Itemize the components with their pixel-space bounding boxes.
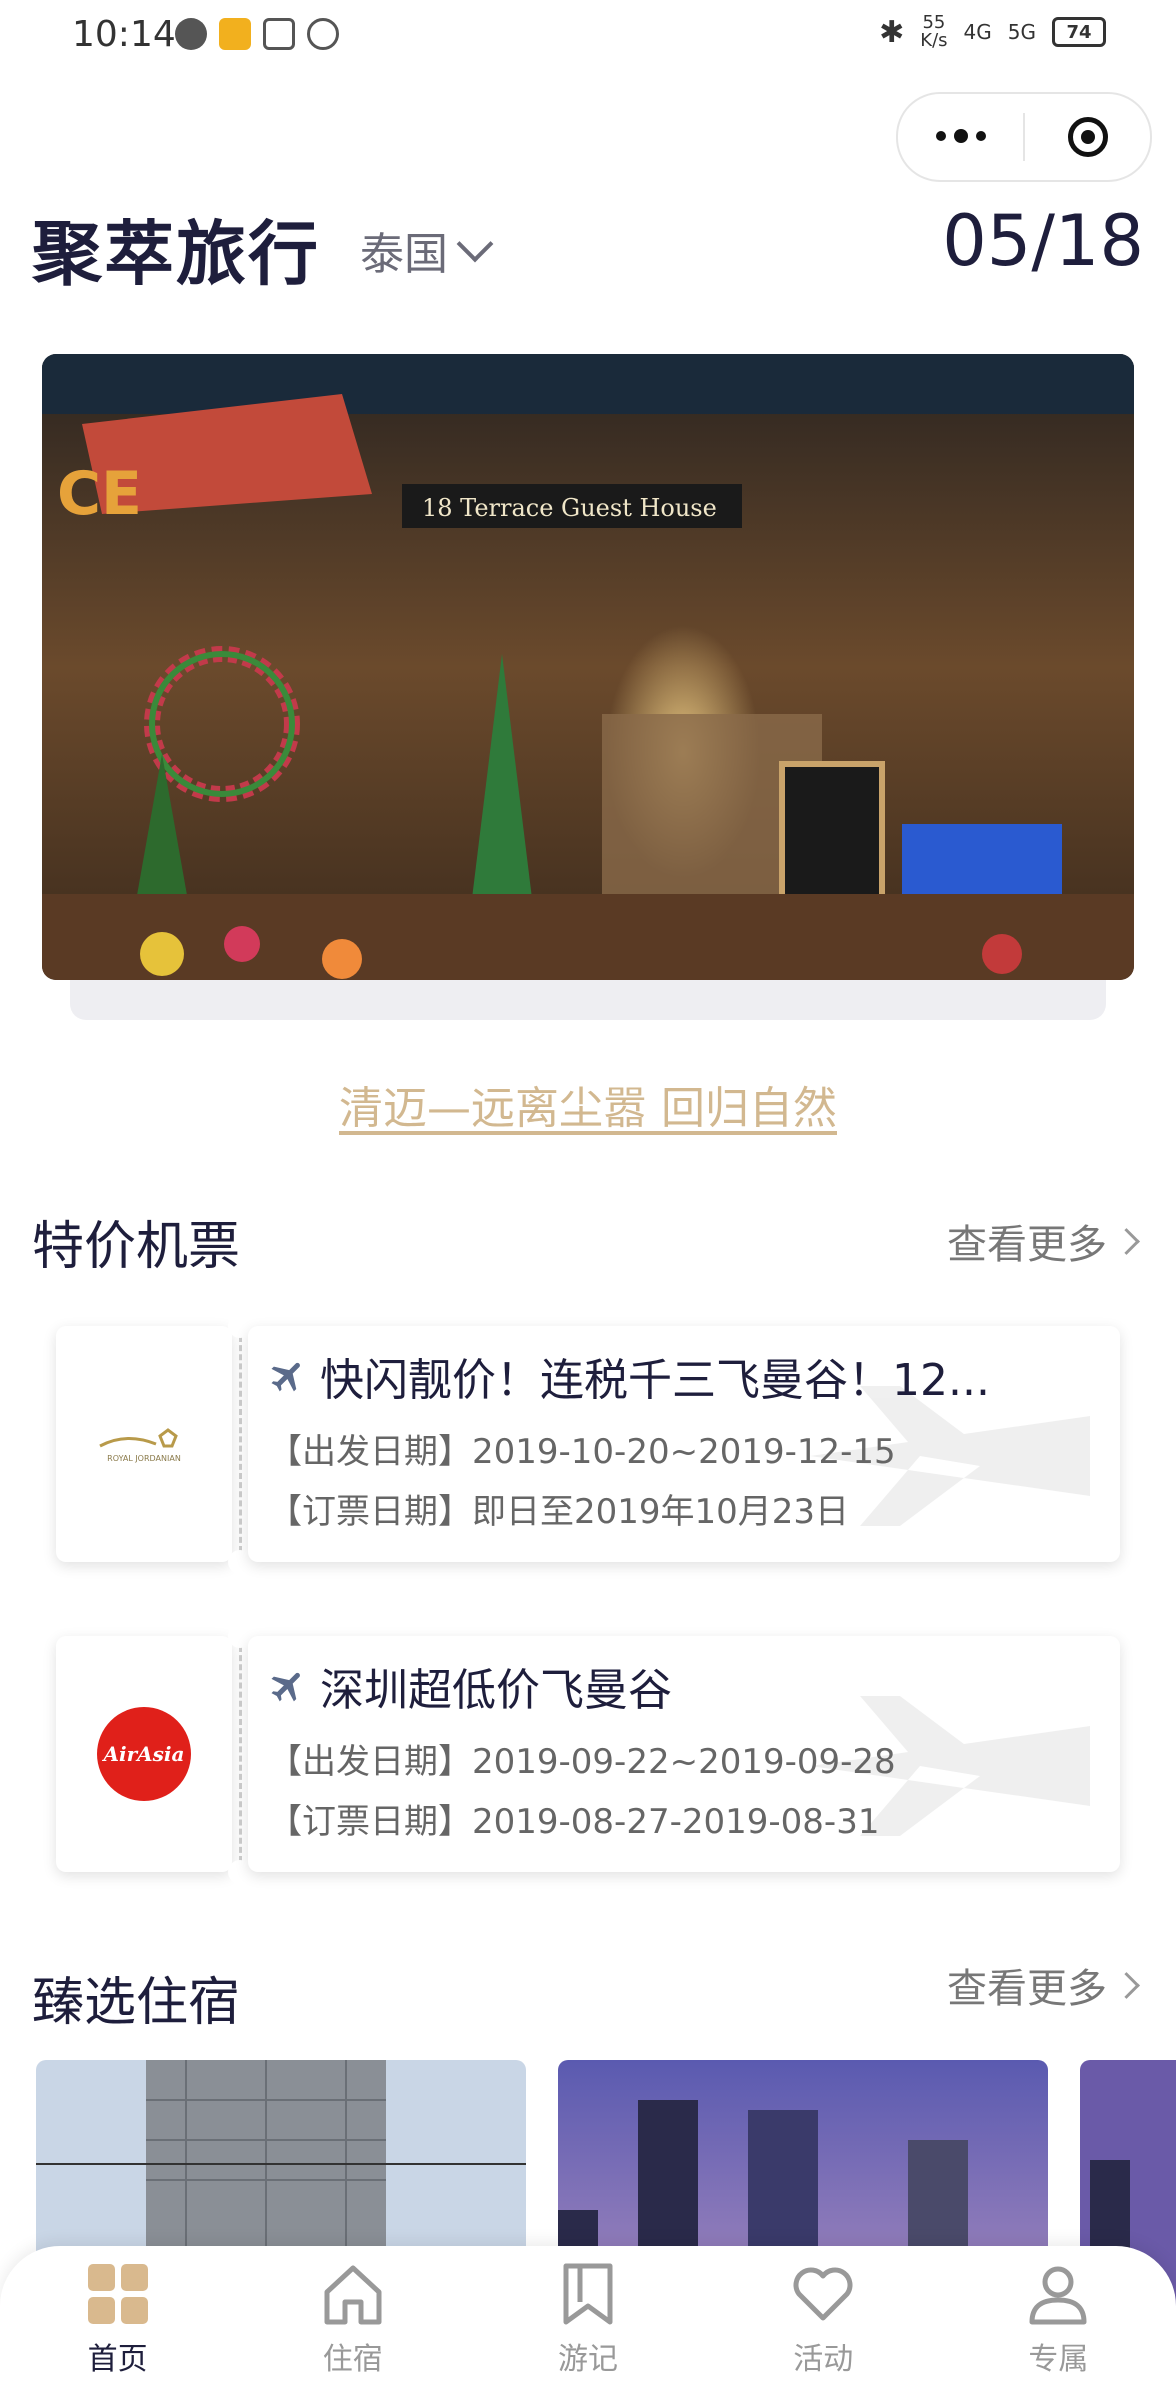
- more-label: 查看更多: [947, 1222, 1107, 1268]
- target-icon: [1067, 117, 1108, 157]
- booking-date: 【订票日期】即日至2019年10月23日: [268, 1492, 850, 1532]
- wechat-icon: [175, 18, 207, 50]
- tab-label: 专属: [1028, 2342, 1089, 2377]
- home-grid-icon: [87, 2264, 148, 2324]
- airline-logo-stub: ROYAL JORDANIAN: [56, 1326, 232, 1562]
- heart-icon: [793, 2267, 853, 2321]
- hotels-more-link[interactable]: 查看更多: [947, 1956, 1140, 2014]
- banner-carousel[interactable]: 18 Terrace Guest House CE: [42, 354, 1134, 980]
- net-speed: 55 K/s: [920, 12, 948, 51]
- svg-text:CE: CE: [57, 459, 142, 529]
- tab-activities[interactable]: 活动: [706, 2246, 941, 2400]
- status-bar: 10:14 ✱ 55 K/s 4G 5G 74: [0, 0, 1176, 72]
- chevron-right-icon: [1113, 1227, 1140, 1255]
- nfc-icon: [263, 18, 295, 50]
- signal-5g-icon: 5G: [1007, 20, 1036, 44]
- tab-exclusive[interactable]: 专属: [941, 2246, 1176, 2400]
- tab-travelogue[interactable]: 游记: [470, 2246, 705, 2400]
- royal-jordanian-logo: ROYAL JORDANIAN: [96, 1426, 192, 1463]
- status-time: 10:14: [72, 14, 176, 55]
- bluetooth-icon: ✱: [879, 14, 905, 50]
- airasia-logo: AirAsia: [97, 1707, 191, 1801]
- close-miniprogram-button[interactable]: [1025, 94, 1150, 180]
- tab-label: 住宿: [322, 2342, 383, 2377]
- bookmark-icon: [563, 2263, 613, 2325]
- flight-card[interactable]: ROYAL JORDANIAN 快闪靓价！连税千三飞曼谷！12... 【出发日期…: [56, 1314, 1120, 1574]
- flight-title: 快闪靓价！连税千三飞曼谷！12...: [268, 1344, 990, 1408]
- flight-card[interactable]: AirAsia 深圳超低价飞曼谷 【出发日期】2019-09-22~2019-0…: [56, 1624, 1120, 1884]
- tab-label: 活动: [793, 2342, 854, 2377]
- tab-label: 首页: [87, 2342, 148, 2377]
- bottom-tab-bar: 首页 住宿 游记 活动 专属: [0, 2246, 1176, 2400]
- tab-home[interactable]: 首页: [0, 2246, 235, 2400]
- plane-icon: [271, 1672, 300, 1702]
- country-selector[interactable]: 泰国: [360, 218, 494, 282]
- miniprogram-capsule: [896, 92, 1152, 182]
- battery-icon: 74: [1052, 17, 1106, 47]
- user-icon: [1029, 2266, 1087, 2325]
- more-button[interactable]: [898, 94, 1023, 180]
- flight-card-body: 快闪靓价！连税千三飞曼谷！12... 【出发日期】2019-10-20~2019…: [248, 1326, 1120, 1562]
- plane-icon: [271, 1362, 300, 1392]
- ticket-perforation: [239, 1646, 242, 1862]
- system-icons: ✱ 55 K/s 4G 5G 74: [879, 14, 1106, 50]
- banner-image: 18 Terrace Guest House CE: [42, 354, 1134, 980]
- tab-label: 游记: [558, 2342, 618, 2377]
- flight-card-body: 深圳超低价飞曼谷 【出发日期】2019-09-22~2019-09-28 【订票…: [248, 1636, 1120, 1872]
- more-label: 查看更多: [947, 1966, 1107, 2012]
- hotels-section-title: 臻选住宿: [32, 1973, 241, 2033]
- airline-logo-stub: AirAsia: [56, 1636, 232, 1872]
- ticket-perforation: [239, 1336, 242, 1552]
- banner-caption[interactable]: 清迈—远离尘嚣 回归自然: [0, 1072, 1176, 1136]
- mail-icon: [219, 18, 251, 50]
- booking-date: 【订票日期】2019-08-27-2019-08-31: [268, 1802, 880, 1842]
- signal-4g-icon: 4G: [963, 20, 992, 44]
- header-date: 05/18: [942, 200, 1144, 282]
- alarm-icon: [307, 18, 339, 50]
- tab-lodging[interactable]: 住宿: [235, 2246, 470, 2400]
- chevron-down-icon: [456, 225, 494, 263]
- chevron-right-icon: [1113, 1971, 1140, 1999]
- flights-more-link[interactable]: 查看更多: [947, 1212, 1140, 1270]
- depart-date: 【出发日期】2019-10-20~2019-12-15: [268, 1432, 896, 1472]
- country-label: 泰国: [360, 229, 448, 280]
- more-dots-icon: [935, 129, 986, 143]
- depart-date: 【出发日期】2019-09-22~2019-09-28: [268, 1742, 896, 1782]
- svg-text:18 Terrace Guest House: 18 Terrace Guest House: [422, 494, 717, 522]
- brand-title: 聚萃旅行: [32, 213, 320, 295]
- house-icon: [324, 2265, 382, 2325]
- notification-icons: [175, 18, 339, 50]
- flight-title: 深圳超低价飞曼谷: [268, 1654, 672, 1718]
- flights-section-title: 特价机票: [32, 1217, 241, 1277]
